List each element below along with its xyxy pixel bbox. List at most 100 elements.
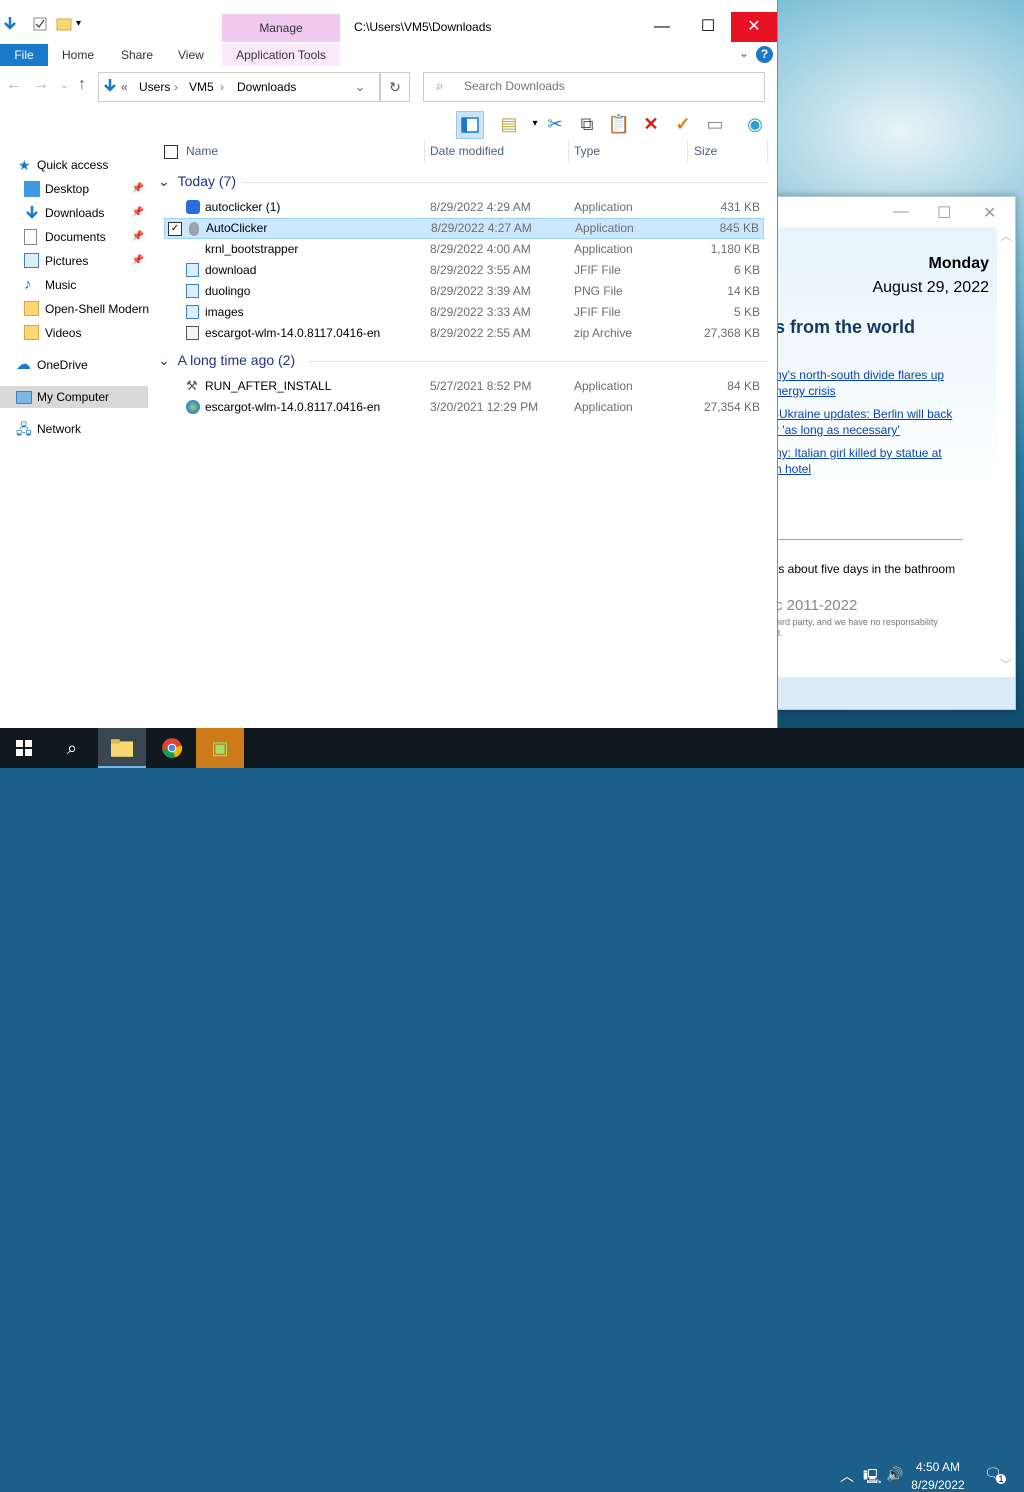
clock-time[interactable]: 4:50 AM	[910, 1460, 966, 1474]
group-header-today[interactable]: ⌄ Today (7)	[158, 173, 236, 190]
breadcrumb-downloads[interactable]: Downloads	[237, 80, 296, 94]
news-link[interactable]: ny's north-south divide flares up nergy …	[775, 367, 965, 399]
column-date-modified[interactable]: Date modified	[430, 144, 504, 158]
breadcrumb-overflow[interactable]: «	[121, 80, 128, 94]
rename-check-icon[interactable]: ✓	[670, 111, 696, 137]
file-row[interactable]: download 8/29/2022 3:55 AM JFIF File 6 K…	[164, 260, 764, 281]
refresh-button[interactable]: ↻	[380, 72, 410, 102]
taskbar-chrome[interactable]	[148, 728, 196, 768]
help-button[interactable]: ?	[756, 46, 773, 63]
scroll-down-icon[interactable]: ﹀	[997, 656, 1015, 673]
column-type[interactable]: Type	[574, 144, 600, 158]
chevron-down-icon[interactable]: ⌄	[158, 173, 170, 189]
start-button[interactable]	[0, 728, 48, 768]
news-titlebar[interactable]: — ☐ ✕	[763, 197, 1015, 227]
news-window[interactable]: — ☐ ✕ Monday August 29, 2022 s from the …	[762, 196, 1016, 710]
column-name[interactable]: Name	[186, 144, 218, 158]
tab-share[interactable]: Share	[121, 44, 153, 66]
chevron-down-icon[interactable]: ⌄	[158, 352, 170, 368]
scroll-up-icon[interactable]: ︿	[997, 227, 1015, 244]
volume-icon[interactable]: 🔊	[886, 1466, 903, 1483]
file-row[interactable]: autoclicker (1) 8/29/2022 4:29 AM Applic…	[164, 197, 764, 218]
forward-icon[interactable]: →	[33, 76, 49, 94]
news-link-text[interactable]: ny's north-south divide flares up nergy …	[775, 368, 944, 398]
nav-downloads[interactable]: Downloads 📌	[0, 202, 148, 224]
delete-icon[interactable]: ✕	[638, 111, 664, 137]
maximize-icon[interactable]: ☐	[937, 203, 951, 223]
chevron-up-icon[interactable]: ︿	[840, 1466, 854, 1486]
file-row[interactable]: escargot-wlm-14.0.8117.0416-en 8/29/2022…	[164, 323, 764, 344]
news-link[interactable]: ny: Italian girl killed by statue at h h…	[775, 445, 965, 477]
nav-music[interactable]: ♪ Music	[0, 274, 148, 296]
nav-documents[interactable]: Documents 📌	[0, 226, 148, 248]
news-link-text[interactable]: -Ukraine updates: Berlin will back r 'as…	[775, 407, 952, 437]
pin-icon[interactable]: 📌	[132, 226, 144, 248]
file-row-selected[interactable]: ✓ AutoClicker 8/29/2022 4:27 AM Applicat…	[164, 218, 764, 239]
taskbar-file-explorer[interactable]	[98, 728, 146, 768]
minimize-icon[interactable]: —	[893, 203, 909, 221]
group-header-long-ago[interactable]: ⌄ A long time ago (2)	[158, 352, 295, 369]
pin-icon[interactable]: 📌	[132, 250, 144, 272]
news-scrollbar[interactable]: ︿ ﹀	[997, 227, 1015, 677]
close-button[interactable]: ✕	[731, 12, 777, 42]
tab-application-tools[interactable]: Application Tools	[222, 44, 340, 66]
nav-onedrive[interactable]: ☁ OneDrive	[0, 354, 148, 376]
nav-pictures[interactable]: Pictures 📌	[0, 250, 148, 272]
close-icon[interactable]: ✕	[983, 203, 996, 223]
maximize-button[interactable]: ☐	[686, 12, 730, 42]
up-icon[interactable]: ↑	[78, 76, 86, 94]
expand-ribbon-icon[interactable]: ⌄	[739, 46, 749, 60]
row-checkbox[interactable]: ✓	[168, 222, 182, 236]
cut-icon[interactable]: ✂	[542, 111, 568, 137]
news-link[interactable]: -Ukraine updates: Berlin will back r 'as…	[775, 406, 965, 438]
taskbar-app[interactable]: ▣	[196, 728, 244, 768]
properties-icon[interactable]	[32, 16, 48, 32]
tab-home[interactable]: Home	[62, 44, 94, 66]
nav-my-computer[interactable]: My Computer	[0, 386, 148, 408]
pin-icon[interactable]: 📌	[132, 178, 144, 200]
pin-icon[interactable]: 📌	[132, 202, 144, 224]
chevron-right-icon[interactable]: ›	[174, 80, 178, 94]
search-input[interactable]	[462, 78, 756, 94]
nav-network[interactable]: 🖧 Network	[0, 418, 148, 440]
shell-icon[interactable]: ◉	[742, 111, 768, 137]
file-row[interactable]: images 8/29/2022 3:33 AM JFIF File 5 KB	[164, 302, 764, 323]
file-row[interactable]: krnl_bootstrapper 8/29/2022 4:00 AM Appl…	[164, 239, 764, 260]
copy-icon[interactable]: ⧉	[574, 111, 600, 137]
column-divider[interactable]	[687, 140, 688, 162]
view-options-icon[interactable]: ▤	[496, 111, 522, 137]
news-link-text[interactable]: ny: Italian girl killed by statue at h h…	[775, 446, 942, 476]
column-divider[interactable]	[568, 140, 569, 162]
properties-toolbar-icon[interactable]: ▭	[702, 111, 728, 137]
tab-file[interactable]: File	[0, 44, 48, 66]
tab-view[interactable]: View	[178, 44, 204, 66]
breadcrumb-users[interactable]: Users	[139, 80, 170, 94]
notification-button[interactable]: 🗨 1	[984, 1465, 1006, 1484]
minimize-button[interactable]: —	[640, 12, 684, 42]
network-tray-icon[interactable]: 🖳	[863, 1466, 882, 1490]
nav-open-shell[interactable]: Open-Shell Modern	[0, 298, 149, 320]
chevron-down-icon[interactable]: ⌄	[355, 80, 365, 94]
nav-quick-access[interactable]: ★ Quick access	[0, 154, 148, 176]
breadcrumb-vm5[interactable]: VM5	[189, 80, 214, 94]
back-icon[interactable]: ←	[6, 76, 22, 94]
clock-date[interactable]: 8/29/2022	[910, 1478, 966, 1492]
search-taskbar-button[interactable]: ⌕	[48, 728, 96, 768]
chevron-right-icon[interactable]: ›	[220, 80, 224, 94]
file-row[interactable]: ⚒ RUN_AFTER_INSTALL 5/27/2021 8:52 PM Ap…	[164, 376, 764, 397]
preview-pane-button[interactable]	[456, 111, 484, 139]
paste-icon[interactable]: 📋	[606, 111, 632, 137]
column-size[interactable]: Size	[694, 144, 717, 158]
select-all-checkbox[interactable]	[164, 145, 178, 159]
file-row[interactable]: escargot-wlm-14.0.8117.0416-en 3/20/2021…	[164, 397, 764, 418]
recent-dropdown-icon[interactable]: ⌄	[60, 80, 68, 91]
down-arrow-icon[interactable]	[2, 16, 18, 32]
qa-dropdown-icon[interactable]: ▾	[76, 18, 81, 29]
nav-desktop[interactable]: Desktop 📌	[0, 178, 148, 200]
address-bar[interactable]: « Users › VM5 › Downloads ⌄	[98, 72, 380, 102]
search-box[interactable]: ⌕	[423, 72, 765, 102]
file-row[interactable]: duolingo 8/29/2022 3:39 AM PNG File 14 K…	[164, 281, 764, 302]
column-divider[interactable]	[767, 140, 768, 162]
column-divider[interactable]	[424, 140, 425, 162]
new-folder-icon[interactable]	[56, 16, 72, 32]
